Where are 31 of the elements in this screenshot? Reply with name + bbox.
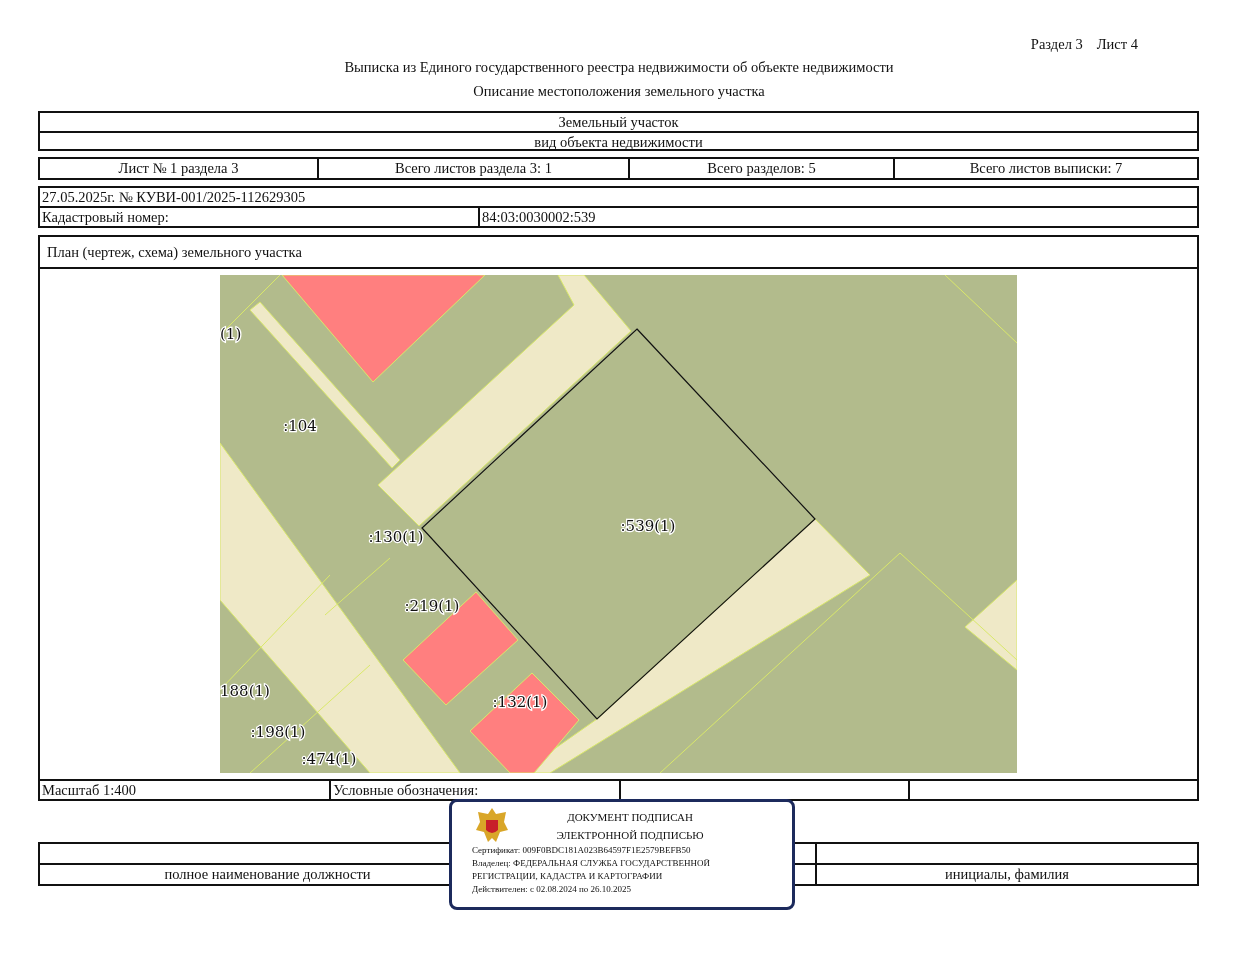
cadastral-number: 84:03:0030002:539 (478, 208, 1197, 226)
parcel-label: :132(1) (492, 693, 548, 711)
sheet-number: Лист 4 (1096, 36, 1138, 54)
scale-label: Масштаб 1:400 (41, 781, 137, 799)
document-subtitle: Описание местоположения земельного участка (472, 83, 766, 101)
plan-title: План (чертеж, схема) земельного участка (40, 237, 1197, 269)
parcel-label: :219(1) (404, 597, 460, 615)
parcel-label: (1) (220, 325, 242, 343)
table-cell: Всего листов раздела 3: 1 (317, 159, 628, 178)
certificate-owner: Владелец: ФЕДЕРАЛЬНАЯ СЛУЖБА ГОСУДАРСТВЕННОЙ (472, 857, 712, 870)
cadastral-label: Кадастровый номер: (41, 208, 170, 226)
parcel-label: :474(1) (301, 750, 357, 768)
parcel-label: 188(1) (220, 682, 270, 700)
certificate-validity: Действителен: с 02.08.2024 по 26.10.2025 (472, 883, 633, 896)
object-type: Земельный участок (557, 113, 680, 131)
parcel-label: :539(1) (620, 517, 676, 535)
object-type-caption: вид объекта недвижимости (40, 131, 1197, 149)
parcel-label: :104 (283, 417, 317, 435)
table-cell-text: Лист № 1 раздела 3 (117, 159, 240, 178)
stamp-heading: ДОКУМЕНТ ПОДПИСАН (566, 810, 694, 825)
parcel-label: :198(1) (250, 723, 306, 741)
certificate-owner: РЕГИСТРАЦИИ, КАДАСТРА И КАРТОГРАФИИ (472, 870, 664, 883)
statement-number: 27.05.2025г. № КУВИ-001/2025-112629305 (41, 188, 307, 206)
document-title: Выписка из Единого государственного реестра недвижимости об объекте недвижимости (343, 59, 895, 77)
table-cell: Всего листов выписки: 7 (893, 159, 1197, 178)
section-number: Раздел 3 (1030, 36, 1083, 54)
table-cell: Всего разделов: 5 (628, 159, 893, 178)
stamp-heading: ЭЛЕКТРОННОЙ ПОДПИСЬЮ (555, 828, 705, 843)
parcel-label: :130(1) (368, 528, 424, 546)
certificate-number: Сертификат: 009F0BDC181A023B64597F1E2579BEFB50 (472, 844, 692, 857)
name-caption: инициалы, фамилия (815, 865, 1197, 884)
